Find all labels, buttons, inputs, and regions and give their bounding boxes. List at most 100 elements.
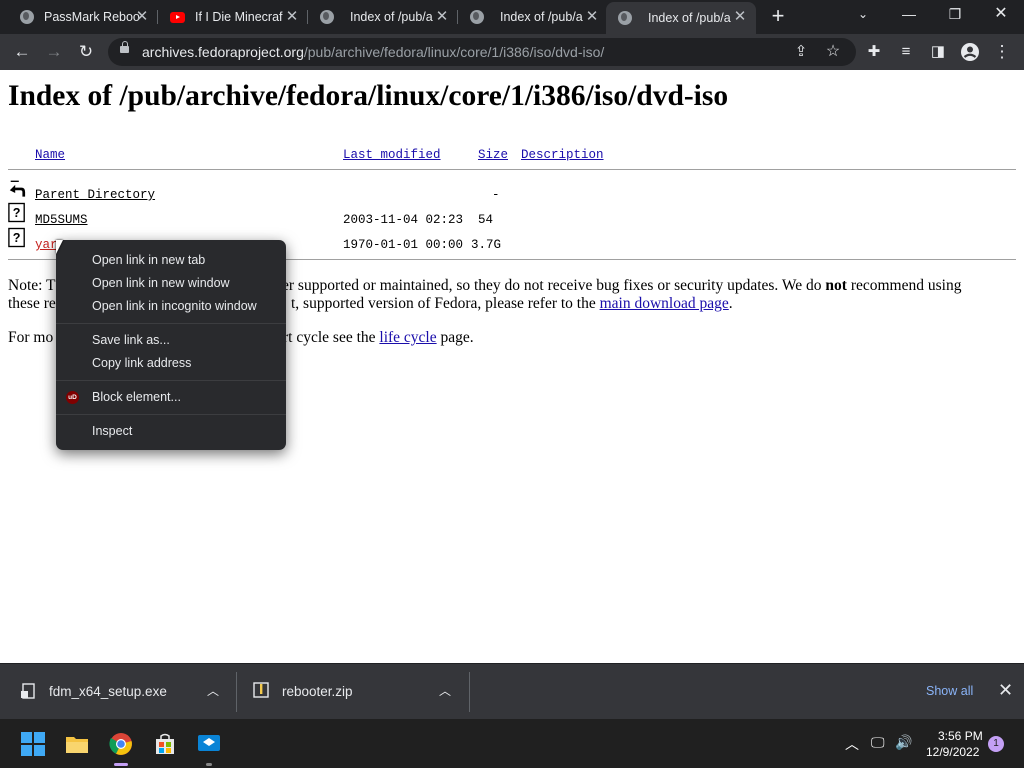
menu-open-new-window[interactable]: Open link in new window: [92, 276, 230, 290]
media-queue-icon[interactable]: ≡: [895, 41, 917, 63]
maximize-button[interactable]: ❐: [932, 0, 978, 30]
menu-copy-link-address[interactable]: Copy link address: [92, 356, 191, 370]
row-size: 54: [478, 213, 494, 227]
menu-kebab-icon[interactable]: ⋮: [991, 41, 1013, 63]
unknown-file-icon: ?: [8, 202, 25, 223]
tab-title: Index of /pub/a: [350, 10, 433, 24]
context-menu: Open link in new tab Open link in new wi…: [56, 240, 286, 450]
download-item-fdm[interactable]: fdm_x64_setup.exe ︿: [0, 664, 236, 720]
ublock-origin-icon: uD: [66, 391, 79, 404]
unknown-file-icon: ?: [8, 227, 25, 248]
minimize-button[interactable]: —: [886, 0, 932, 30]
note-paragraph-line1: er supported or maintained, so they do n…: [282, 277, 961, 295]
url-path: /pub/archive/fedora/linux/core/1/i386/is…: [303, 44, 605, 60]
chrome-icon[interactable]: [109, 732, 133, 756]
bookmark-star-icon[interactable]: ☆: [822, 41, 844, 63]
row-last-modified: 1970-01-01 00:00: [343, 238, 464, 252]
column-header-description[interactable]: Description: [521, 148, 604, 162]
show-all-button[interactable]: Show all: [926, 684, 973, 698]
note-text: t, supported version of Fedora, please r…: [291, 295, 600, 312]
file-explorer-icon[interactable]: [65, 732, 89, 756]
tab-index-active[interactable]: Index of /pub/a ✕: [606, 2, 756, 34]
extensions-puzzle-icon[interactable]: ✚: [863, 41, 885, 63]
tab-youtube[interactable]: If I Die Minecraf ✕: [158, 0, 308, 34]
clock-date[interactable]: 12/9/2022: [926, 745, 979, 759]
life-cycle-link[interactable]: life cycle: [379, 329, 436, 346]
zip-file-icon: [253, 682, 269, 698]
lifecycle-paragraph-start: For mo: [8, 329, 53, 347]
globe-icon: [20, 10, 34, 24]
parent-directory-link[interactable]: Parent Directory: [35, 188, 155, 202]
menu-block-element[interactable]: Block element...: [92, 390, 181, 404]
close-window-button[interactable]: ✕: [978, 0, 1024, 30]
chevron-up-icon[interactable]: ︿: [845, 734, 859, 754]
close-downloads-bar-icon[interactable]: ✕: [998, 680, 1013, 701]
tab-index-2[interactable]: Index of /pub/a ✕: [458, 0, 608, 34]
close-icon[interactable]: ✕: [732, 9, 748, 25]
menu-inspect[interactable]: Inspect: [92, 424, 132, 438]
lifecycle-text: page.: [436, 329, 474, 346]
note-text: recommend using: [846, 277, 962, 294]
tab-passmark[interactable]: PassMark Reboo ✕: [8, 0, 158, 34]
app-indicator: [206, 763, 212, 766]
close-icon[interactable]: ✕: [134, 9, 150, 25]
md5sums-link[interactable]: MD5SUMS: [35, 213, 88, 227]
close-icon[interactable]: ✕: [434, 9, 450, 25]
mouse-pointer-icon: [56, 240, 70, 254]
lock-icon[interactable]: [120, 41, 129, 53]
iso-file-link[interactable]: yar: [35, 238, 58, 252]
side-panel-icon[interactable]: ◨: [927, 41, 949, 63]
menu-open-new-tab[interactable]: Open link in new tab: [92, 253, 205, 267]
tab-title: PassMark Reboo: [44, 10, 140, 24]
tab-strip: PassMark Reboo ✕ If I Die Minecraf ✕ Ind…: [0, 0, 1024, 34]
menu-save-link-as[interactable]: Save link as...: [92, 333, 170, 347]
url-text[interactable]: archives.fedoraproject.org/pub/archive/f…: [142, 44, 604, 60]
new-tab-button[interactable]: +: [768, 5, 788, 27]
clock-time[interactable]: 3:56 PM: [938, 729, 983, 743]
main-download-page-link[interactable]: main download page: [600, 295, 729, 312]
volume-icon[interactable]: 🔊: [895, 734, 912, 751]
menu-separator: [56, 380, 286, 381]
notification-badge[interactable]: 1: [988, 736, 1004, 752]
forward-button[interactable]: →: [43, 41, 65, 63]
tab-index-1[interactable]: Index of /pub/a ✕: [308, 0, 458, 34]
exe-file-icon: [21, 683, 35, 699]
active-app-indicator: [114, 763, 128, 766]
tab-search-button[interactable]: ⌄: [840, 0, 886, 30]
back-button[interactable]: ←: [11, 41, 33, 63]
profile-avatar-icon[interactable]: [959, 41, 981, 63]
close-icon[interactable]: ✕: [584, 9, 600, 25]
reload-button[interactable]: ↻: [75, 41, 97, 63]
note-paragraph-line2: t, supported version of Fedora, please r…: [291, 295, 733, 313]
microsoft-store-icon[interactable]: [153, 732, 177, 756]
note-bold: not: [825, 277, 847, 294]
menu-separator: [56, 323, 286, 324]
close-icon[interactable]: ✕: [284, 9, 300, 25]
address-bar[interactable]: archives.fedoraproject.org/pub/archive/f…: [108, 38, 856, 66]
share-icon[interactable]: ⇪: [790, 41, 812, 63]
globe-icon: [320, 10, 334, 24]
menu-open-incognito[interactable]: Open link in incognito window: [92, 299, 257, 313]
tab-title: Index of /pub/a: [500, 10, 583, 24]
url-domain: archives.fedoraproject.org: [142, 44, 304, 60]
column-header-size[interactable]: Size: [478, 148, 508, 162]
network-icon[interactable]: 🖵: [871, 734, 885, 751]
tab-title: Index of /pub/a: [648, 11, 731, 25]
download-filename: fdm_x64_setup.exe: [49, 684, 167, 699]
remote-app-icon[interactable]: [197, 732, 221, 756]
row-size: -: [492, 188, 500, 202]
divider: [469, 672, 470, 712]
globe-icon: [618, 11, 632, 25]
download-item-rebooter[interactable]: rebooter.zip ︿: [237, 664, 469, 720]
globe-icon: [470, 10, 484, 24]
note-text: Note: T: [8, 277, 56, 294]
menu-separator: [56, 414, 286, 415]
row-size: 3.7G: [471, 238, 502, 252]
column-header-name[interactable]: Name: [35, 148, 65, 162]
column-header-last-modified[interactable]: Last modified: [343, 148, 441, 162]
note-text: er supported or maintained, so they do n…: [282, 277, 826, 294]
back-arrow-icon: [9, 180, 26, 197]
windows-start-icon[interactable]: [21, 732, 45, 756]
chevron-up-icon[interactable]: ︿: [439, 682, 451, 699]
chevron-up-icon[interactable]: ︿: [207, 682, 219, 699]
